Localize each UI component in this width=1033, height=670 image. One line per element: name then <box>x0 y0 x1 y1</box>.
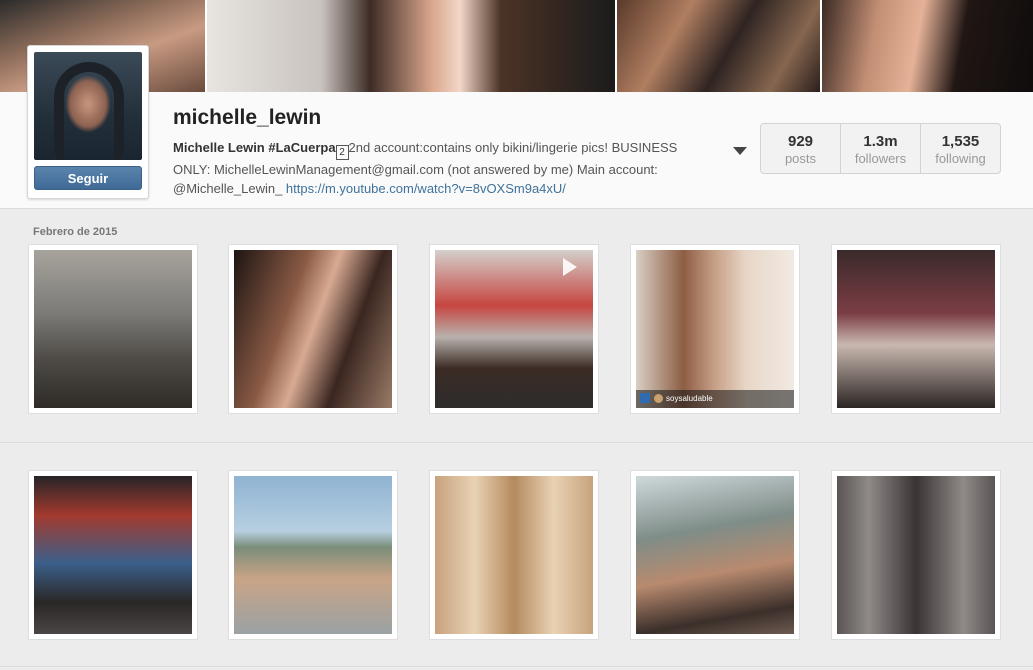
stat-following[interactable]: 1,535 following <box>920 124 1000 173</box>
photo-thumbnail[interactable] <box>831 470 1001 640</box>
photo-thumbnail[interactable] <box>28 470 198 640</box>
bio-name: Michelle Lewin #LaCuerpa <box>173 140 336 155</box>
stat-posts[interactable]: 929 posts <box>761 124 840 173</box>
stat-following-count: 1,535 <box>941 133 980 150</box>
stat-following-label: following <box>935 151 986 166</box>
avatar[interactable] <box>34 52 142 160</box>
username[interactable]: michelle_lewin <box>173 106 321 130</box>
bio-link[interactable]: https://m.youtube.com/watch?v=8vOXSm9a4x… <box>286 181 566 196</box>
photo-thumbnail[interactable] <box>228 470 398 640</box>
photo-thumbnail[interactable] <box>228 244 398 414</box>
photo-thumbnail[interactable] <box>831 244 1001 414</box>
photo-image <box>34 250 192 408</box>
tag-avatar <box>654 394 663 403</box>
row-divider <box>0 442 1033 443</box>
repost-tag-bar: soysaludable <box>636 390 794 408</box>
repost-icon <box>640 393 650 403</box>
missing-glyph-icon: 2 <box>335 145 349 160</box>
photo-thumbnail[interactable] <box>630 470 800 640</box>
tag-handle: soysaludable <box>666 394 713 403</box>
profile-header: Seguir michelle_lewin Michelle Lewin #La… <box>0 45 1033 209</box>
stat-followers[interactable]: 1.3m followers <box>840 124 920 173</box>
photo-image <box>234 250 392 408</box>
stat-followers-count: 1.3m <box>863 133 898 150</box>
cover-image <box>617 0 820 92</box>
avatar-hood-shape <box>54 62 124 160</box>
cover-photo-strip <box>0 0 1033 92</box>
photo-image <box>34 476 192 634</box>
photo-thumbnail[interactable]: soysaludable <box>630 244 800 414</box>
photo-image <box>435 250 593 408</box>
photo-image: soysaludable <box>636 250 794 408</box>
follow-button[interactable]: Seguir <box>34 166 142 190</box>
photo-image <box>636 476 794 634</box>
month-heading: Febrero de 2015 <box>33 226 118 238</box>
profile-stats: 929 posts 1.3m followers 1,535 following <box>760 123 1001 174</box>
stat-posts-label: posts <box>784 151 817 166</box>
play-icon <box>563 258 577 276</box>
video-thumbnail[interactable] <box>429 244 599 414</box>
chevron-down-icon[interactable] <box>733 147 747 155</box>
photo-image <box>837 476 995 634</box>
stat-followers-label: followers <box>854 151 907 166</box>
photo-image <box>435 476 593 634</box>
cover-image <box>207 0 615 92</box>
cover-image <box>822 0 1033 92</box>
profile-bio: Michelle Lewin #LaCuerpa 2 2nd account:con… <box>173 138 713 198</box>
avatar-card: Seguir <box>27 45 149 199</box>
photo-image <box>234 476 392 634</box>
row-divider <box>0 666 1033 667</box>
photo-image <box>837 250 995 408</box>
photo-thumbnail[interactable] <box>429 470 599 640</box>
photo-thumbnail[interactable] <box>28 244 198 414</box>
stat-posts-count: 929 <box>787 133 814 150</box>
